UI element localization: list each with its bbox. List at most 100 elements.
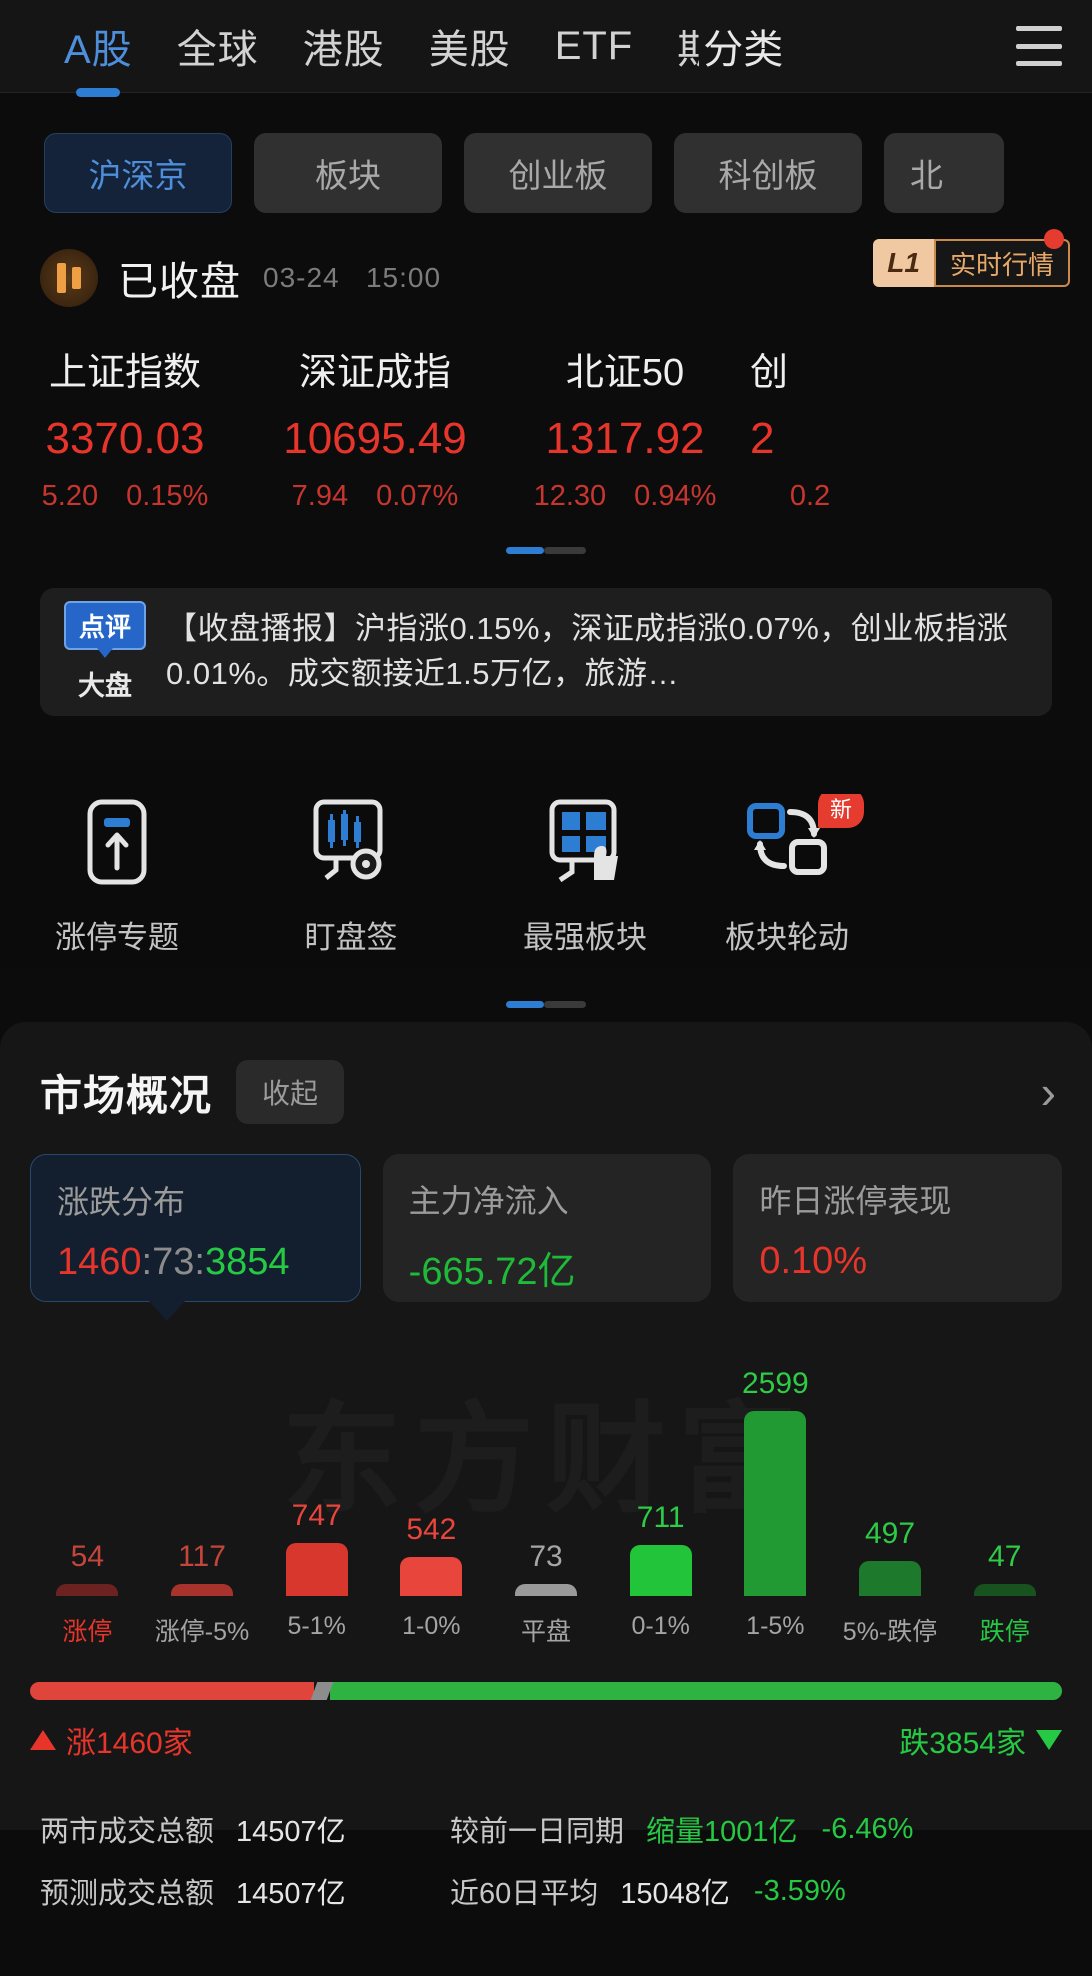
- shortcut-limit-up-topic[interactable]: 涨停专题: [0, 794, 234, 957]
- shortcut-watch-market-tag[interactable]: 盯盘签: [234, 794, 468, 957]
- stat-sep: :: [194, 1241, 205, 1283]
- shortcut-label: 涨停专题: [55, 920, 179, 955]
- chart-bar-column: 54: [30, 1328, 145, 1596]
- limit-up-topic-icon: [0, 794, 234, 890]
- index-value: 3370.03: [45, 414, 205, 463]
- table-cell: 两市成交总额 14507亿: [30, 1808, 450, 1850]
- pager-dot-active: [506, 1001, 544, 1008]
- market-commentary-banner[interactable]: 点评 大盘 【收盘播报】沪指涨0.15%，深证成指涨0.07%，创业板指涨0.0…: [40, 588, 1052, 716]
- index-change: 12.30: [533, 480, 607, 512]
- ratio-bar-down: [329, 1682, 1062, 1700]
- realtime-quote-badge[interactable]: L1 实时行情: [873, 229, 1070, 287]
- chip-label: 科创板: [718, 157, 818, 194]
- chip-bse[interactable]: 北: [884, 133, 1004, 213]
- index-percent: 0.15%: [126, 480, 209, 512]
- commentary-badge-top: 点评: [64, 601, 146, 650]
- nav-tab-label: A股: [64, 28, 133, 72]
- market-status-title: 已收盘: [118, 260, 241, 304]
- shortcut-strongest-sector[interactable]: 最强板块: [468, 794, 702, 957]
- stat-label: 预测成交总额: [40, 1878, 215, 1910]
- new-badge: 新: [817, 794, 864, 828]
- nav-tab-a-shares[interactable]: A股: [42, 17, 155, 75]
- strongest-sector-icon: [468, 794, 702, 890]
- nav-tab-us-stocks[interactable]: 美股: [407, 17, 533, 75]
- stat-tab-main-net-inflow[interactable]: 主力净流入 -665.72亿: [382, 1154, 712, 1302]
- stat-extra: -6.46%: [821, 1812, 914, 1845]
- index-card-partial[interactable]: 创 2 0.2: [750, 341, 870, 513]
- stat-value: 缩量1001亿: [646, 1816, 798, 1848]
- index-percent: 0.94%: [634, 480, 717, 512]
- shortcut-label: 板块轮动: [725, 920, 849, 955]
- nav-tab-global[interactable]: 全球: [155, 17, 281, 75]
- advance-decline-ratio: 涨1460家 跌3854家: [30, 1682, 1062, 1762]
- chip-hu-shen-jing[interactable]: 沪深京: [44, 133, 232, 213]
- chip-label: 创业板: [508, 157, 608, 194]
- app-screen: A股 全球 港股 美股 ETF 期 分类 沪深京 板块 创业板 科创板 北 已收…: [0, 0, 1092, 1976]
- table-cell: 近60日平均 15048亿 -3.59%: [450, 1870, 1062, 1912]
- nav-tab-hk-stocks[interactable]: 港股: [281, 17, 407, 75]
- quick-shortcut-row[interactable]: 涨停专题 盯盘签 最强板块 新 板块轮动: [0, 760, 1092, 967]
- stat-tab-value: 1460:73:3854: [57, 1241, 334, 1284]
- index-carousel-pager[interactable]: [0, 547, 1092, 554]
- shortcut-label: 最强板块: [523, 920, 647, 955]
- chart-bar: [859, 1561, 922, 1596]
- chart-bars: 54 117 747 542 73 711 2599 497 47: [30, 1328, 1062, 1596]
- chart-x-axis: 涨停 涨停-5% 5-1% 1-0% 平盘 0-1% 1-5% 5%-跌停 跌停: [30, 1612, 1062, 1648]
- stat-value: 15048亿: [620, 1878, 730, 1910]
- chart-x-tick: 涨停: [62, 1618, 113, 1646]
- nav-tab-label: 美股: [428, 28, 511, 72]
- stat-extra: -3.59%: [753, 1874, 846, 1907]
- index-card-bse50[interactable]: 北证50 1317.92 12.30 0.94%: [500, 341, 750, 513]
- chart-bar: [400, 1557, 463, 1596]
- chart-bar-value: 711: [636, 1501, 685, 1534]
- table-row: 预测成交总额 14507亿 近60日平均 15048亿 -3.59%: [30, 1860, 1062, 1922]
- chip-label: 沪深京: [88, 157, 188, 194]
- chip-star-market[interactable]: 科创板: [674, 133, 862, 213]
- stat-label: 两市成交总额: [40, 1816, 215, 1848]
- chip-sectors[interactable]: 板块: [254, 133, 442, 213]
- nav-tab-etf[interactable]: ETF: [533, 24, 656, 69]
- shortcut-sector-rotation[interactable]: 新 板块轮动: [702, 794, 872, 957]
- quote-level-label: L1: [873, 239, 934, 287]
- ratio-bar: [30, 1682, 1062, 1700]
- chart-x-tick: 1-0%: [402, 1612, 461, 1640]
- chip-label: 北: [910, 157, 943, 194]
- chip-label: 板块: [315, 157, 381, 194]
- stat-down-count: 3854: [204, 1241, 290, 1283]
- shortcut-pager[interactable]: [0, 1001, 1092, 1008]
- section-header: 市场概况 收起 ›: [30, 1052, 1062, 1124]
- turnover-stats-table: 两市成交总额 14507亿 较前一日同期 缩量1001亿 -6.46% 预测成交…: [30, 1798, 1062, 1922]
- chart-bar-column: 2599: [718, 1328, 833, 1596]
- index-value: 10695.49: [283, 414, 467, 463]
- updown-distribution-chart: 东方财富 54 117 747 542 73 711 2599 497 47: [30, 1328, 1062, 1596]
- market-status-timestamp: 03-24 15:00: [263, 262, 441, 294]
- chart-bar-value: 747: [291, 1499, 342, 1532]
- nav-category-button[interactable]: 分类: [699, 17, 797, 75]
- stat-tab-yesterday-limitup[interactable]: 昨日涨停表现 0.10%: [733, 1154, 1063, 1302]
- chart-bar-value: 117: [178, 1540, 226, 1573]
- nav-tab-label: ETF: [554, 23, 634, 68]
- index-change-row: 5.20 0.15%: [0, 480, 250, 513]
- chart-bar-column: 117: [145, 1328, 260, 1596]
- index-value: 1317.92: [545, 414, 705, 463]
- index-percent: 0.2: [789, 480, 831, 512]
- market-filter-chip-row[interactable]: 沪深京 板块 创业板 科创板 北: [0, 93, 1092, 223]
- index-carousel[interactable]: 上证指数 3370.03 5.20 0.15% 深证成指 10695.49 7.…: [0, 315, 1092, 513]
- market-stat-tabs[interactable]: 涨跌分布 1460:73:3854 主力净流入 -665.72亿 昨日涨停表现 …: [30, 1154, 1063, 1321]
- nav-tab-label: 港股: [302, 28, 385, 72]
- chevron-right-icon[interactable]: ›: [1041, 1069, 1062, 1115]
- chart-bar: [56, 1584, 119, 1596]
- chip-chinext[interactable]: 创业板: [464, 133, 652, 213]
- stat-label: 较前一日同期: [450, 1816, 625, 1848]
- index-change-row: 7.94 0.07%: [250, 480, 500, 513]
- nav-tab-futures[interactable]: 期: [655, 17, 699, 75]
- index-card-shanghai[interactable]: 上证指数 3370.03 5.20 0.15%: [0, 341, 250, 513]
- chart-x-tick: 1-5%: [746, 1612, 805, 1640]
- index-card-shenzhen[interactable]: 深证成指 10695.49 7.94 0.07%: [250, 341, 500, 513]
- stat-tab-value: 0.10%: [759, 1240, 868, 1282]
- pager-dot: [544, 547, 586, 554]
- hamburger-menu-icon[interactable]: [1016, 26, 1062, 66]
- collapse-button[interactable]: 收起: [236, 1060, 345, 1124]
- stat-tab-updown-distribution[interactable]: 涨跌分布 1460:73:3854: [30, 1154, 361, 1321]
- table-cell: 较前一日同期 缩量1001亿 -6.46%: [450, 1808, 1062, 1850]
